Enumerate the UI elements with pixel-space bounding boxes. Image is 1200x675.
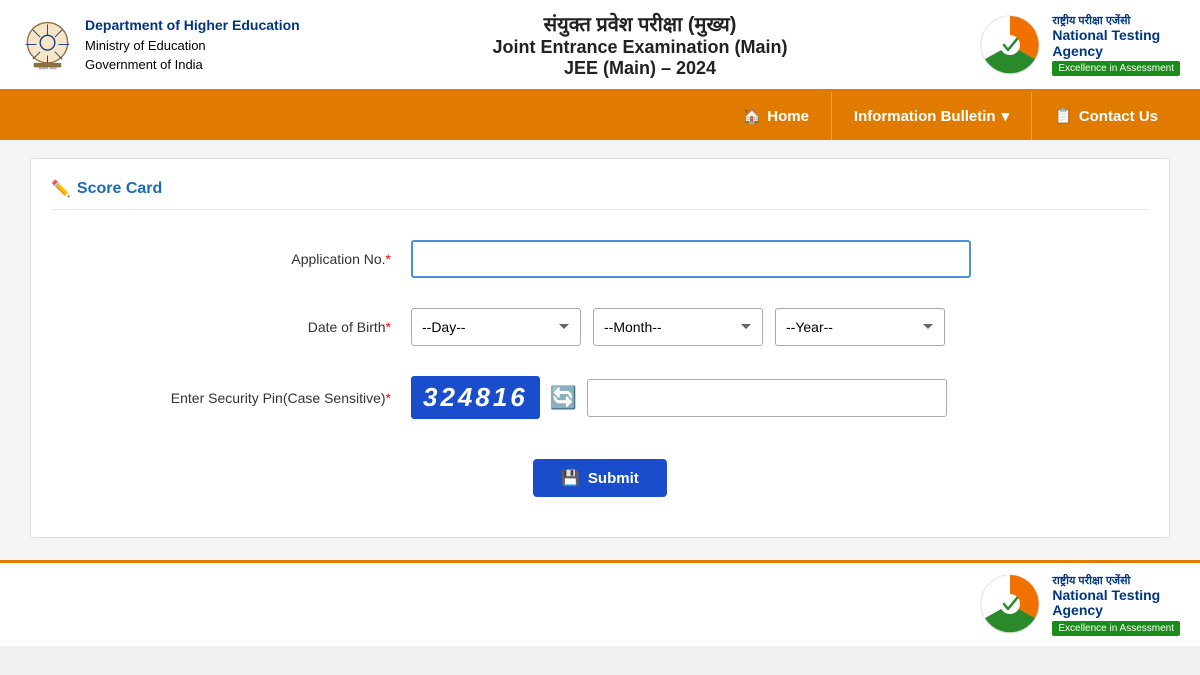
footer-nta-tagline: Excellence in Assessment [1052, 621, 1180, 636]
submit-button[interactable]: 💾 Submit [533, 459, 667, 497]
govt-text: Department of Higher Education Ministry … [85, 15, 300, 75]
footer-nta-text: राष्ट्रीय परीक्षा एजेंसी National Testin… [1052, 573, 1180, 636]
submit-icon: 💾 [561, 469, 580, 487]
footer-nta-circle-icon [980, 574, 1040, 634]
main-navbar: 🏠 Home Information Bulletin ▾ 📋 Contact … [0, 92, 1200, 140]
country-name: Government of India [85, 55, 300, 75]
svg-text:सत्यमेव जयते: सत्यमेव जयते [39, 65, 58, 70]
nta-english-text: National Testing Agency [1052, 28, 1160, 59]
home-icon: 🏠 [743, 107, 762, 125]
application-no-label: Application No.* [71, 251, 411, 267]
security-pin-label: Enter Security Pin(Case Sensitive)* [71, 390, 411, 406]
hindi-title: संयुक्त प्रवेश परीक्षा (मुख्य) [300, 10, 981, 37]
score-card-form: ✏️ Score Card Application No.* Date of B… [30, 158, 1170, 538]
nta-logo-section: राष्ट्रीय परीक्षा एजेंसी National Testin… [980, 13, 1180, 76]
dept-name: Department of Higher Education [85, 15, 300, 36]
nta-circle-icon [980, 15, 1040, 75]
main-content: ✏️ Score Card Application No.* Date of B… [0, 140, 1200, 560]
chevron-down-icon: ▾ [1002, 107, 1010, 125]
dob-day-select[interactable]: --Day-- [411, 308, 581, 346]
captcha-input[interactable] [587, 379, 947, 417]
home-label: Home [767, 108, 809, 125]
nta-tagline: Excellence in Assessment [1052, 61, 1180, 76]
govt-logo-section: सत्यमेव जयते Department of Higher Educat… [20, 15, 300, 75]
security-required-star: * [386, 390, 391, 406]
footer-nta-english: National Testing Agency [1052, 588, 1160, 619]
footer-nta-hindi: राष्ट्रीय परीक्षा एजेंसी [1052, 573, 1130, 588]
edit-icon: ✏️ [51, 179, 71, 199]
captcha-image: 324816 [411, 376, 540, 419]
ashoka-emblem-icon: सत्यमेव जयते [20, 17, 75, 72]
nta-text: राष्ट्रीय परीक्षा एजेंसी National Testin… [1052, 13, 1180, 76]
english-title: Joint Entrance Examination (Main) [300, 37, 981, 58]
card-header: ✏️ Score Card [51, 179, 1149, 210]
page-footer: राष्ट्रीय परीक्षा एजेंसी National Testin… [0, 560, 1200, 646]
nta-hindi-text: राष्ट्रीय परीक्षा एजेंसी [1052, 13, 1130, 28]
info-bulletin-label: Information Bulletin [854, 108, 996, 125]
captcha-block: 324816 🔄 [411, 376, 947, 419]
page-header: सत्यमेव जयते Department of Higher Educat… [0, 0, 1200, 92]
security-pin-row: Enter Security Pin(Case Sensitive)* 3248… [51, 376, 1149, 419]
dob-year-select[interactable]: --Year-- [775, 308, 945, 346]
footer-nta-logo: राष्ट्रीय परीक्षा एजेंसी National Testin… [980, 573, 1180, 636]
contact-us-nav-item[interactable]: 📋 Contact Us [1032, 92, 1180, 140]
refresh-captcha-icon[interactable]: 🔄 [550, 385, 577, 411]
contact-us-label: Contact Us [1079, 108, 1158, 125]
required-star: * [386, 251, 391, 267]
application-no-input[interactable] [411, 240, 971, 278]
dob-required-star: * [386, 319, 391, 335]
submit-label: Submit [588, 470, 639, 487]
exam-title-section: संयुक्त प्रवेश परीक्षा (मुख्य) Joint Ent… [300, 10, 981, 79]
year-title: JEE (Main) – 2024 [300, 58, 981, 79]
submit-row: 💾 Submit [51, 449, 1149, 517]
dob-label: Date of Birth* [71, 319, 411, 335]
ministry-name: Ministry of Education [85, 36, 300, 56]
dob-month-select[interactable]: --Month-- [593, 308, 763, 346]
application-no-row: Application No.* [51, 240, 1149, 278]
dob-row: Date of Birth* --Day-- --Month-- --Year-… [51, 308, 1149, 346]
contact-icon: 📋 [1054, 107, 1073, 125]
card-title: Score Card [77, 180, 162, 198]
info-bulletin-nav-item[interactable]: Information Bulletin ▾ [832, 92, 1032, 140]
home-nav-item[interactable]: 🏠 Home [721, 92, 832, 140]
dob-selects: --Day-- --Month-- --Year-- [411, 308, 945, 346]
nta-logo: राष्ट्रीय परीक्षा एजेंसी National Testin… [980, 13, 1180, 76]
